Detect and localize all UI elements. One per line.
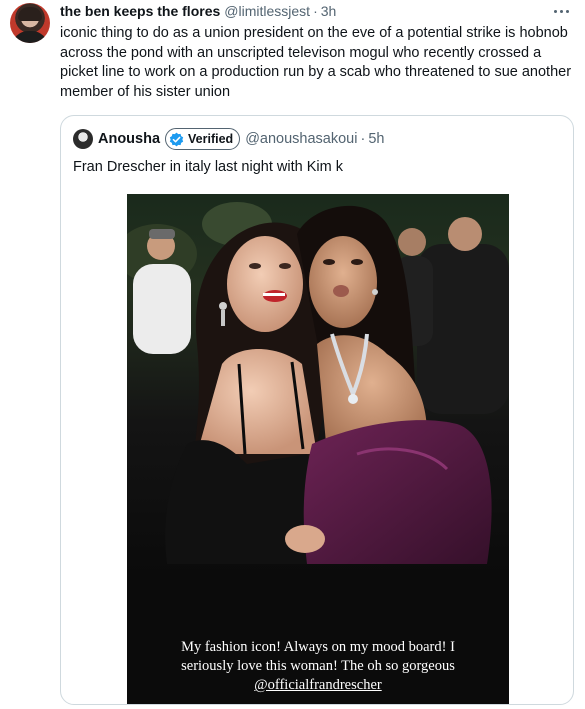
quote-text: Fran Drescher in italy last night with K… — [73, 159, 343, 175]
caption-mention-link: @officialfrandrescher — [254, 677, 382, 693]
photo-illustration — [127, 194, 509, 704]
photo-caption: My fashion icon! Always on my mood board… — [127, 638, 509, 695]
author-name[interactable]: the ben keeps the flores — [60, 3, 220, 19]
separator-dot: · — [360, 131, 366, 147]
verified-label: Verified — [188, 132, 234, 146]
author-avatar[interactable] — [10, 3, 50, 43]
caption-line-1: My fashion icon! Always on my mood board… — [181, 639, 455, 655]
quote-header: Anousha Verified @anoushasakoui · 5h — [73, 128, 384, 150]
tweet-header: the ben keeps the flores @limitlessjest … — [60, 3, 336, 21]
quote-author-handle[interactable]: @anoushasakoui — [245, 131, 357, 147]
verified-check-icon — [169, 132, 184, 146]
quote-author-avatar[interactable] — [73, 129, 93, 149]
tweet-timestamp[interactable]: 3h — [321, 3, 337, 19]
quote-timestamp[interactable]: 5h — [368, 131, 384, 147]
quoted-tweet-photo[interactable]: My fashion icon! Always on my mood board… — [127, 194, 509, 704]
author-handle[interactable]: @limitlessjest — [224, 3, 310, 19]
avatar-shirt — [12, 31, 48, 43]
separator-dot: · — [313, 3, 318, 19]
more-options-icon[interactable] — [551, 6, 571, 16]
tweet-text: iconic thing to do as a union president … — [60, 25, 572, 100]
caption-line-2: seriously love this woman! The oh so gor… — [181, 658, 455, 674]
quoted-tweet-card[interactable]: Anousha Verified @anoushasakoui · 5h Fra… — [60, 115, 574, 705]
quote-author-name[interactable]: Anousha — [98, 131, 160, 147]
avatar-hair — [18, 7, 42, 21]
verified-badge[interactable]: Verified — [165, 128, 241, 150]
